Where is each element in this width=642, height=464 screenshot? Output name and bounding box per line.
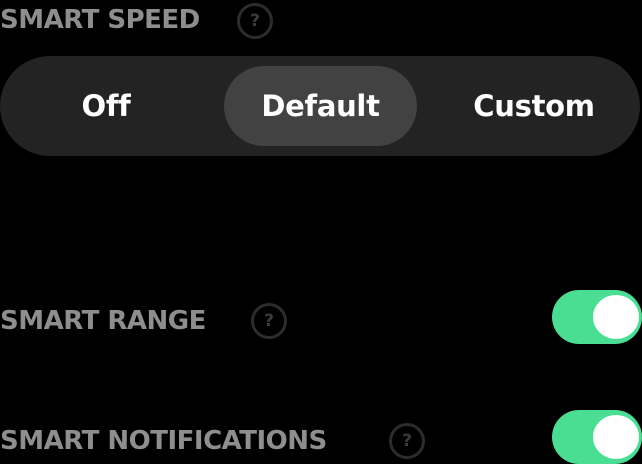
smart-range-help-icon[interactable]: ? xyxy=(251,303,287,339)
segment-off[interactable]: Off xyxy=(0,66,212,146)
smart-speed-title: SMART SPEED xyxy=(0,5,200,35)
smart-speed-help-icon[interactable]: ? xyxy=(237,3,273,39)
smart-range-title: SMART RANGE xyxy=(0,306,206,336)
segment-custom[interactable]: Custom xyxy=(428,66,640,146)
toggle-knob xyxy=(593,295,639,339)
smart-notifications-toggle[interactable] xyxy=(552,410,642,464)
smart-notifications-help-icon[interactable]: ? xyxy=(389,423,425,459)
smart-range-toggle[interactable] xyxy=(552,290,642,344)
smart-notifications-title: SMART NOTIFICATIONS xyxy=(0,426,327,456)
smart-speed-segmented-control: Off Default Custom xyxy=(0,56,640,156)
segment-default[interactable]: Default xyxy=(224,66,417,146)
toggle-knob xyxy=(593,415,639,459)
